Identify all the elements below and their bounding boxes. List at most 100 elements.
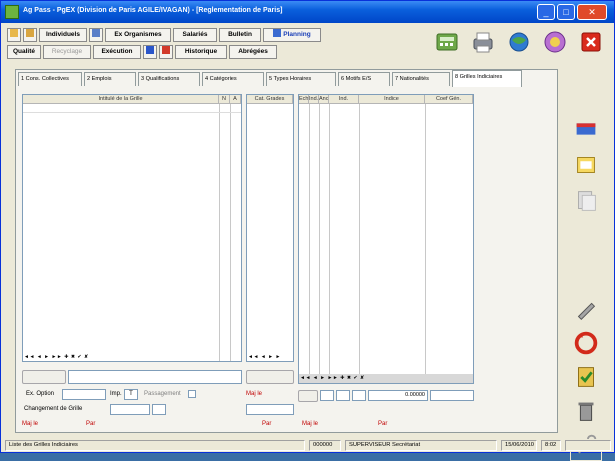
table-row[interactable] bbox=[23, 104, 241, 113]
stop-button[interactable] bbox=[159, 45, 173, 59]
historique-button[interactable]: Historique bbox=[175, 45, 227, 59]
status-extra bbox=[565, 440, 611, 451]
exit-icon[interactable] bbox=[577, 28, 605, 56]
main-panel: 1 Cons. Collectives 2 Emplois 3 Qualific… bbox=[15, 69, 558, 433]
header-coef-gen[interactable]: Coef Gén. bbox=[425, 95, 473, 104]
column-divider bbox=[425, 104, 426, 374]
font-button[interactable] bbox=[143, 45, 157, 59]
coef-gen-field[interactable] bbox=[430, 390, 474, 401]
column-divider bbox=[309, 104, 310, 374]
header-cat-grades[interactable]: Cat. Grades bbox=[247, 95, 293, 104]
middle-par-label: Par bbox=[262, 421, 272, 427]
help-icon[interactable] bbox=[541, 28, 569, 56]
status-time: 8:02 bbox=[541, 440, 561, 451]
printer-icon[interactable] bbox=[469, 28, 497, 56]
status-message: Liste des Grilles Indiciaires bbox=[5, 440, 305, 451]
tab-qualifications[interactable]: 3 Qualifications bbox=[138, 72, 200, 86]
new-record-icon[interactable] bbox=[570, 149, 602, 181]
right-par-label: Par bbox=[378, 421, 388, 427]
middle-info-field[interactable] bbox=[246, 404, 294, 415]
app-icon bbox=[5, 5, 19, 19]
individuels-button[interactable]: Individuels bbox=[39, 28, 87, 42]
tab-categories[interactable]: 4 Catégories bbox=[202, 72, 264, 86]
left-record-navigator[interactable]: ◄◄ ◄ ► ►► ✚ ✖ ✔ ✘ bbox=[24, 353, 89, 361]
stop-icon bbox=[162, 46, 170, 54]
grades-list[interactable]: Cat. Grades bbox=[246, 94, 294, 362]
echelons-list[interactable]: Ech Ind. Anc. Ind. Indice Coef Gén. bbox=[298, 94, 474, 384]
flag-icon[interactable] bbox=[570, 113, 602, 145]
middle-maj-le-label: Maj le bbox=[246, 391, 263, 397]
tab-motifs[interactable]: 6 Motifs E/S bbox=[338, 72, 390, 86]
changement-grille-code[interactable] bbox=[152, 404, 166, 415]
copy-disabled-icon[interactable] bbox=[570, 185, 602, 217]
header-ind[interactable]: Ind. bbox=[309, 95, 319, 104]
header-indice[interactable]: Indice bbox=[359, 95, 425, 104]
folder-icon bbox=[10, 29, 18, 37]
title-bar: Ag Pass - PgEX (Division de Paris AGILE/… bbox=[1, 1, 614, 23]
edit-icon[interactable] bbox=[570, 293, 602, 325]
undo-icon[interactable] bbox=[570, 327, 602, 359]
font-icon bbox=[146, 46, 154, 54]
folder-tree-button[interactable] bbox=[23, 28, 37, 42]
folder-tree-icon bbox=[26, 29, 34, 37]
minimize-button[interactable]: _ bbox=[537, 4, 555, 20]
changement-grille-label: Changement de Grille bbox=[24, 406, 83, 412]
tab-nationalites[interactable]: 7 Nationalités bbox=[392, 72, 450, 86]
ex-option-field[interactable] bbox=[62, 389, 106, 400]
column-divider bbox=[359, 104, 360, 374]
ind-field[interactable] bbox=[336, 390, 350, 401]
left-maj-le-label: Maj le bbox=[22, 421, 39, 427]
execution-button[interactable]: Exécution bbox=[93, 45, 141, 59]
salaries-button[interactable]: Salariés bbox=[173, 28, 217, 42]
trash-icon[interactable] bbox=[570, 395, 602, 427]
column-divider bbox=[219, 104, 220, 361]
right-maj-le-label: Maj le bbox=[302, 421, 319, 427]
maximize-button[interactable]: □ bbox=[557, 4, 575, 20]
grilles-list[interactable]: Intitulé de la Grille N A bbox=[22, 94, 242, 362]
recyclage-button[interactable]: Recyclage bbox=[43, 45, 91, 59]
status-code: 000000 bbox=[309, 440, 341, 451]
planning-button[interactable]: Planning bbox=[263, 28, 321, 42]
calendar-icon bbox=[273, 29, 282, 37]
tab-emplois[interactable]: 2 Emplois bbox=[84, 72, 136, 86]
network-icon[interactable] bbox=[505, 28, 533, 56]
tab-types-horaires[interactable]: 5 Types Horaires bbox=[266, 72, 336, 86]
window-title: Ag Pass - PgEX (Division de Paris AGILE/… bbox=[23, 7, 283, 14]
status-user: SUPERVISEUR Secrétariat bbox=[345, 440, 497, 451]
header-ech[interactable]: Ech bbox=[299, 95, 309, 104]
calculator-icon[interactable] bbox=[433, 28, 461, 56]
header-intitule[interactable]: Intitulé de la Grille bbox=[23, 95, 219, 104]
middle-action-button[interactable] bbox=[246, 370, 294, 384]
bulletin-button[interactable]: Bulletin bbox=[219, 28, 261, 42]
tab-conventions[interactable]: 1 Cons. Collectives bbox=[18, 72, 82, 86]
passagement-label: Passagement bbox=[144, 391, 181, 397]
imp-label: Imp. bbox=[110, 391, 122, 397]
right-action-button[interactable] bbox=[298, 390, 318, 402]
status-date: 15/06/2010 bbox=[501, 440, 537, 451]
changement-grille-field[interactable] bbox=[110, 404, 150, 415]
header-anc[interactable]: Anc. bbox=[319, 95, 329, 104]
abregees-button[interactable]: Abrégées bbox=[229, 45, 277, 59]
app-window: Ag Pass - PgEX (Division de Paris AGILE/… bbox=[0, 0, 615, 461]
open-folder-button[interactable] bbox=[7, 28, 21, 42]
ex-organismes-button[interactable]: Ex Organismes bbox=[105, 28, 171, 42]
grille-name-field[interactable] bbox=[68, 370, 242, 384]
status-bar: Liste des Grilles Indiciaires 000000 SUP… bbox=[3, 439, 614, 452]
organismes-icon-button[interactable] bbox=[89, 28, 103, 42]
coef-field[interactable]: 0.00000 bbox=[368, 390, 428, 401]
imp-field[interactable]: T bbox=[124, 389, 138, 400]
anc-field[interactable] bbox=[352, 390, 366, 401]
passagement-checkbox[interactable] bbox=[188, 390, 196, 398]
close-button[interactable]: ✕ bbox=[577, 4, 607, 20]
header-a[interactable]: A bbox=[230, 95, 241, 104]
right-record-navigator[interactable]: ◄◄ ◄ ► ►► ✚ ✖ ✔ ✘ bbox=[300, 374, 365, 382]
tab-grilles-indiciaires[interactable]: 8 Grilles Indiciaires bbox=[452, 70, 522, 87]
validate-icon[interactable] bbox=[570, 361, 602, 393]
building-icon bbox=[92, 29, 100, 37]
header-ind-2[interactable]: Ind. bbox=[329, 95, 359, 104]
header-n[interactable]: N bbox=[219, 95, 230, 104]
middle-record-navigator[interactable]: ◄◄ ◄ ► ► bbox=[248, 353, 281, 361]
left-action-button[interactable] bbox=[22, 370, 66, 384]
qualite-button[interactable]: Qualité bbox=[7, 45, 41, 59]
ech-field[interactable] bbox=[320, 390, 334, 401]
